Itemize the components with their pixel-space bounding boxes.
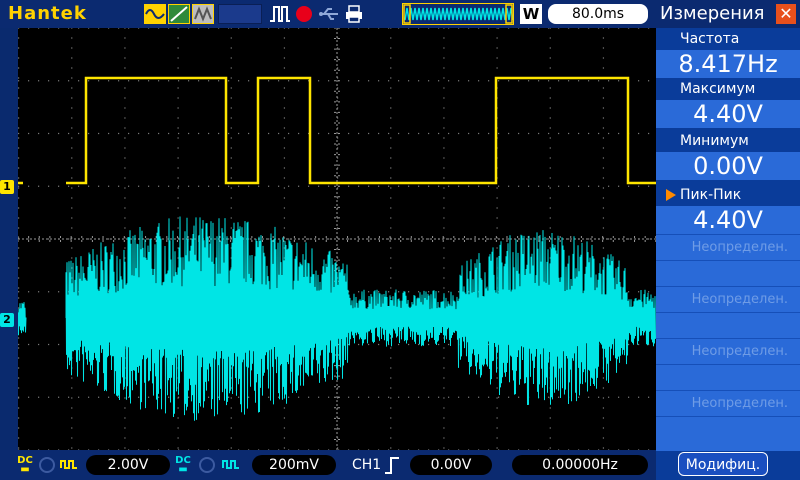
trigger-frequency: 0.00000Hz: [512, 455, 648, 475]
measurement-label-frequency[interactable]: Частота: [656, 28, 800, 50]
ch1-coupling-icon: DC ▬: [17, 455, 33, 475]
measurement-label-max[interactable]: Максимум: [656, 78, 800, 100]
panel-title: Измерения: [660, 3, 765, 24]
close-icon[interactable]: ✕: [776, 4, 796, 24]
measurement-label-pkpk[interactable]: Пик-Пик: [656, 184, 800, 206]
measurement-slot-7-value: [656, 364, 800, 391]
measurement-value-pkpk: 4.40V: [656, 206, 800, 234]
status-box: [218, 4, 262, 24]
measurement-slot-8-value: [656, 416, 800, 451]
measurement-slot-8[interactable]: Неопределен.: [656, 390, 800, 416]
mixed-wave-icon[interactable]: [192, 4, 214, 24]
ch1-level-marker[interactable]: 1: [0, 180, 14, 194]
printer-icon[interactable]: [344, 4, 364, 24]
measurements-panel: Измерения ✕ Частота 8.417Hz Максимум 4.4…: [656, 0, 800, 480]
measurement-slot-5[interactable]: Неопределен.: [656, 234, 800, 260]
pulse-icon: [270, 6, 290, 22]
bottom-status-bar: DC ▬ 2.00V DC ▬ 200mV CH1 0.00V 0.00000Hz: [0, 450, 656, 480]
record-icon[interactable]: [296, 6, 312, 22]
ch2-coupling-icon: DC ▬: [175, 455, 191, 475]
waveform-display: [18, 28, 656, 450]
modify-button[interactable]: Модифиц.: [678, 452, 768, 476]
ch1-bw-limit-icon: [39, 457, 55, 473]
measurement-label-min[interactable]: Минимум: [656, 130, 800, 152]
waveform-preview-icon: [402, 3, 514, 25]
measurement-value-min: 0.00V: [656, 152, 800, 180]
measurement-slot-6-value: [656, 312, 800, 339]
rising-edge-icon: [385, 457, 399, 474]
ch2-trace: [18, 216, 656, 421]
trigger-source[interactable]: CH1: [352, 455, 381, 475]
sine-wave-icon[interactable]: [144, 4, 166, 24]
ch2-volts-div[interactable]: 200mV: [252, 455, 336, 475]
brand-logo: Hantek: [8, 3, 87, 24]
selected-arrow-icon: [666, 189, 676, 201]
ch1-invert-icon: [60, 460, 77, 469]
panel-title-bar: Измерения ✕: [656, 0, 800, 28]
ramp-icon[interactable]: [168, 4, 190, 24]
measurement-value-frequency: 8.417Hz: [656, 50, 800, 78]
measurement-slot-6[interactable]: Неопределен.: [656, 286, 800, 312]
scope-grid: [18, 28, 656, 450]
measurement-slot-5-value: [656, 260, 800, 287]
usb-icon: [319, 8, 338, 20]
measurement-slot-7[interactable]: Неопределен.: [656, 338, 800, 364]
top-toolbar: Hantek W 80.0ms: [0, 0, 656, 28]
ch2-bw-limit-icon: [199, 457, 215, 473]
trigger-level[interactable]: 0.00V: [410, 455, 492, 475]
mode-icons: [144, 4, 214, 24]
measurement-value-max: 4.40V: [656, 100, 800, 128]
ch2-invert-icon: [222, 460, 239, 469]
trigger-mode-indicator: W: [520, 4, 542, 24]
timebase-display[interactable]: 80.0ms: [548, 4, 648, 24]
ch1-volts-div[interactable]: 2.00V: [86, 455, 170, 475]
ch2-level-marker[interactable]: 2: [0, 313, 14, 327]
